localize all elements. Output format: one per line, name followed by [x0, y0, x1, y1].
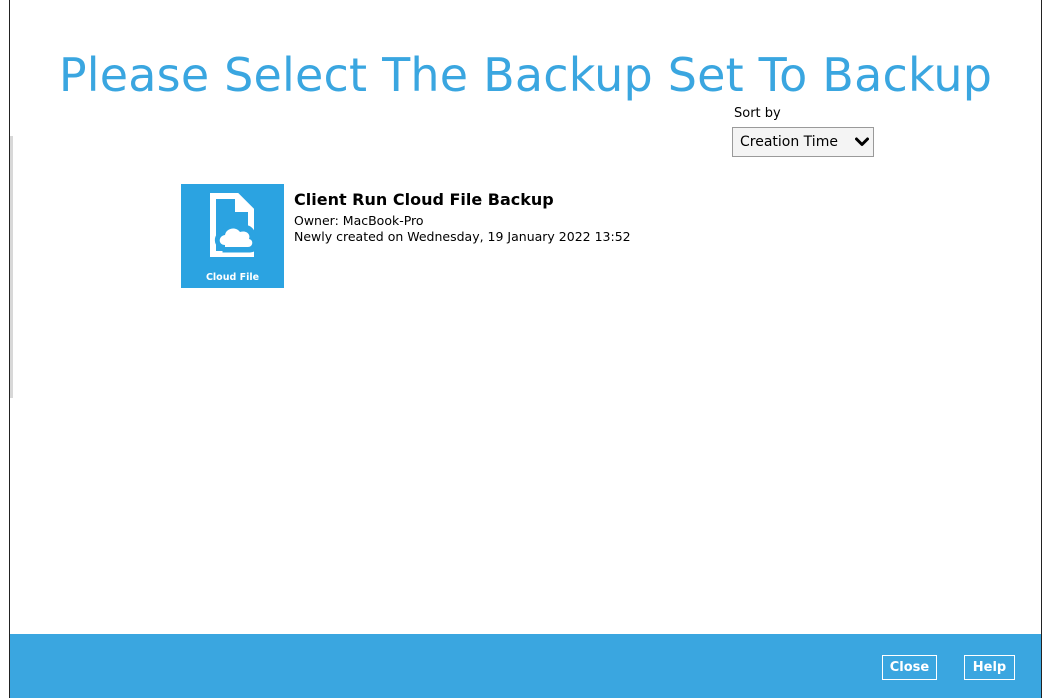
- sort-by-selected-value: Creation Time: [740, 134, 838, 150]
- backup-set-tile[interactable]: Cloud File: [181, 184, 284, 288]
- backup-set-tile-label: Cloud File: [205, 272, 260, 283]
- backup-set-owner: Owner: MacBook-Pro: [294, 213, 424, 228]
- close-button[interactable]: Close: [882, 655, 937, 680]
- chevron-down-icon: [851, 128, 873, 156]
- help-button[interactable]: Help: [964, 655, 1015, 680]
- backup-set-created: Newly created on Wednesday, 19 January 2…: [294, 229, 631, 244]
- sort-by-dropdown[interactable]: Creation Time: [732, 127, 874, 157]
- sort-by-label: Sort by: [734, 106, 781, 121]
- backup-window: Please Select The Backup Set To Backup S…: [9, 0, 1042, 698]
- page-title: Please Select The Backup Set To Backup: [58, 48, 993, 102]
- window-edge-divider: [10, 136, 13, 398]
- cloud-file-icon: [210, 193, 259, 257]
- backup-set-item[interactable]: Cloud File Client Run Cloud File Backup …: [181, 184, 701, 288]
- footer-bar: Close Help: [10, 634, 1041, 698]
- backup-set-name: Client Run Cloud File Backup: [294, 190, 554, 209]
